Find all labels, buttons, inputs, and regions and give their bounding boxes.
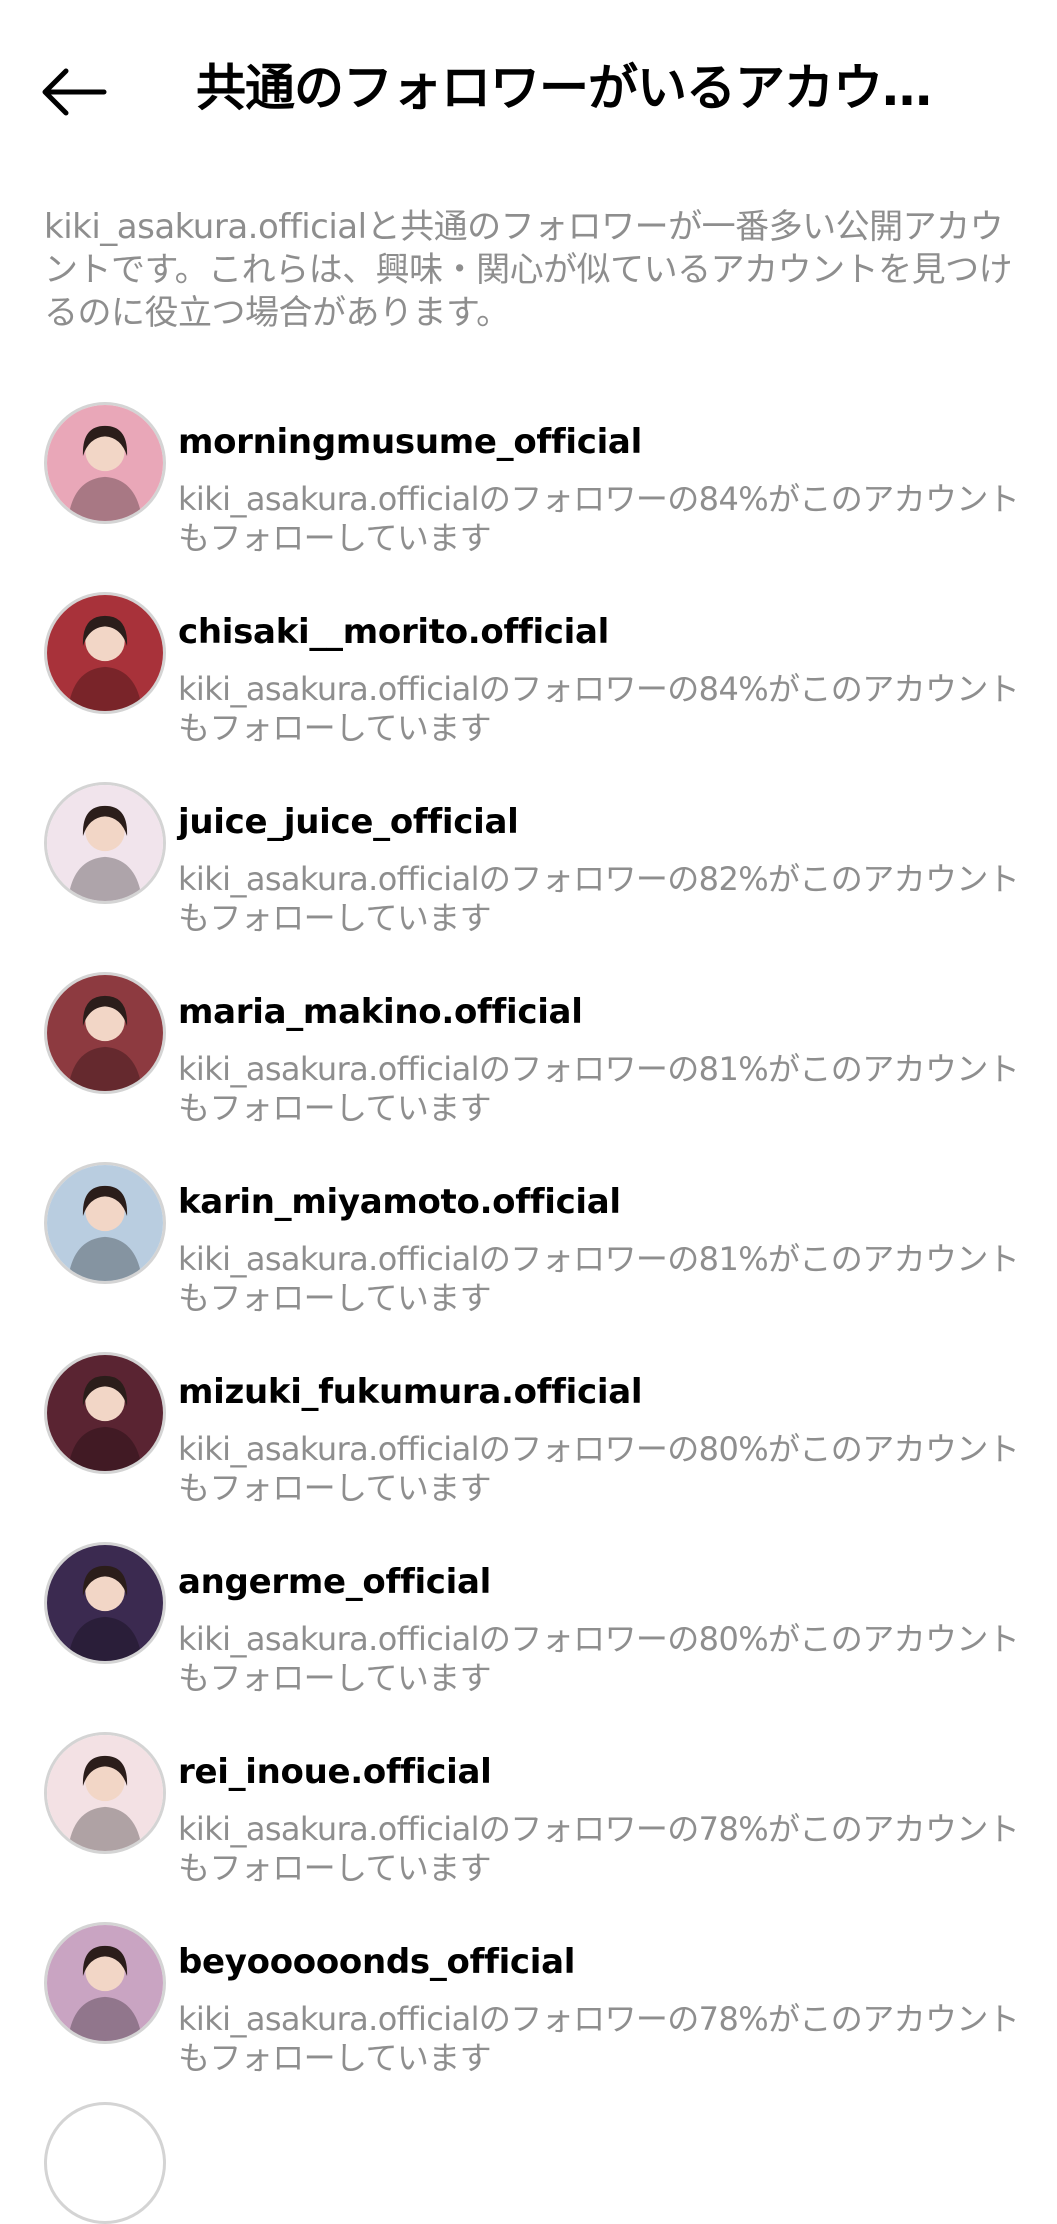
account-subtitle: kiki_asakura.officialのフォロワーの81%がこのアカウントも… xyxy=(178,1240,1020,1317)
account-username[interactable]: karin_miyamoto.official xyxy=(178,1180,621,1224)
account-subtitle: kiki_asakura.officialのフォロワーの82%がこのアカウントも… xyxy=(178,860,1020,937)
avatar[interactable] xyxy=(44,1352,166,1474)
avatar-image xyxy=(47,1165,163,1281)
account-username[interactable]: juice_juice_official xyxy=(178,800,519,844)
header: 共通のフォロワーがいるアカウ… xyxy=(0,0,1057,180)
page-title: 共通のフォロワーがいるアカウ… xyxy=(196,59,932,117)
account-subtitle: kiki_asakura.officialのフォロワーの81%がこのアカウントも… xyxy=(178,1050,1020,1127)
avatar[interactable] xyxy=(44,1162,166,1284)
account-username[interactable]: mizuki_fukumura.official xyxy=(178,1370,643,1414)
avatar-image xyxy=(47,405,163,521)
arrow-left-icon xyxy=(42,68,107,116)
avatar-image xyxy=(47,785,163,901)
account-username[interactable]: maria_makino.official xyxy=(178,990,583,1034)
account-username[interactable]: rei_inoue.official xyxy=(178,1750,492,1794)
account-username[interactable]: angerme_official xyxy=(178,1560,491,1604)
avatar-image xyxy=(47,595,163,711)
avatar-image xyxy=(47,975,163,1091)
avatar-image xyxy=(47,1355,163,1471)
account-subtitle: kiki_asakura.officialのフォロワーの78%がこのアカウントも… xyxy=(178,2000,1020,2077)
avatar[interactable] xyxy=(44,592,166,714)
account-row[interactable]: morningmusume_official kiki_asakura.offi… xyxy=(0,394,1057,584)
account-subtitle: kiki_asakura.officialのフォロワーの84%がこのアカウントも… xyxy=(178,670,1020,747)
avatar-image xyxy=(47,1545,163,1661)
avatar[interactable] xyxy=(44,1732,166,1854)
account-username[interactable]: morningmusume_official xyxy=(178,420,642,464)
account-row[interactable]: maria_makino.official kiki_asakura.offic… xyxy=(0,964,1057,1154)
account-subtitle: kiki_asakura.officialのフォロワーの80%がこのアカウントも… xyxy=(178,1430,1020,1507)
avatar[interactable] xyxy=(44,782,166,904)
account-row[interactable]: karin_miyamoto.official kiki_asakura.off… xyxy=(0,1154,1057,1344)
avatar[interactable] xyxy=(44,2102,166,2224)
account-subtitle: kiki_asakura.officialのフォロワーの78%がこのアカウントも… xyxy=(178,1810,1020,1887)
back-button[interactable] xyxy=(36,56,108,128)
account-list: morningmusume_official kiki_asakura.offi… xyxy=(0,394,1057,2104)
account-subtitle: kiki_asakura.officialのフォロワーの84%がこのアカウントも… xyxy=(178,480,1020,557)
account-row[interactable]: rei_inoue.official kiki_asakura.official… xyxy=(0,1724,1057,1914)
account-row[interactable]: chisaki__morito.official kiki_asakura.of… xyxy=(0,584,1057,774)
avatar-image xyxy=(47,1925,163,2041)
account-row[interactable]: juice_juice_official kiki_asakura.offici… xyxy=(0,774,1057,964)
avatar[interactable] xyxy=(44,402,166,524)
account-username[interactable]: chisaki__morito.official xyxy=(178,610,609,654)
avatar[interactable] xyxy=(44,1542,166,1664)
account-row[interactable]: angerme_official kiki_asakura.officialのフ… xyxy=(0,1534,1057,1724)
account-row[interactable]: mizuki_fukumura.official kiki_asakura.of… xyxy=(0,1344,1057,1534)
account-username[interactable]: beyooooonds_official xyxy=(178,1940,575,1984)
avatar[interactable] xyxy=(44,1922,166,2044)
avatar-image xyxy=(47,1735,163,1851)
page-description: kiki_asakura.officialと共通のフォロワーが一番多い公開アカウ… xyxy=(44,207,1013,333)
account-subtitle: kiki_asakura.officialのフォロワーの80%がこのアカウントも… xyxy=(178,1620,1020,1697)
account-row[interactable]: beyooooonds_official kiki_asakura.offici… xyxy=(0,1914,1057,2104)
avatar[interactable] xyxy=(44,972,166,1094)
